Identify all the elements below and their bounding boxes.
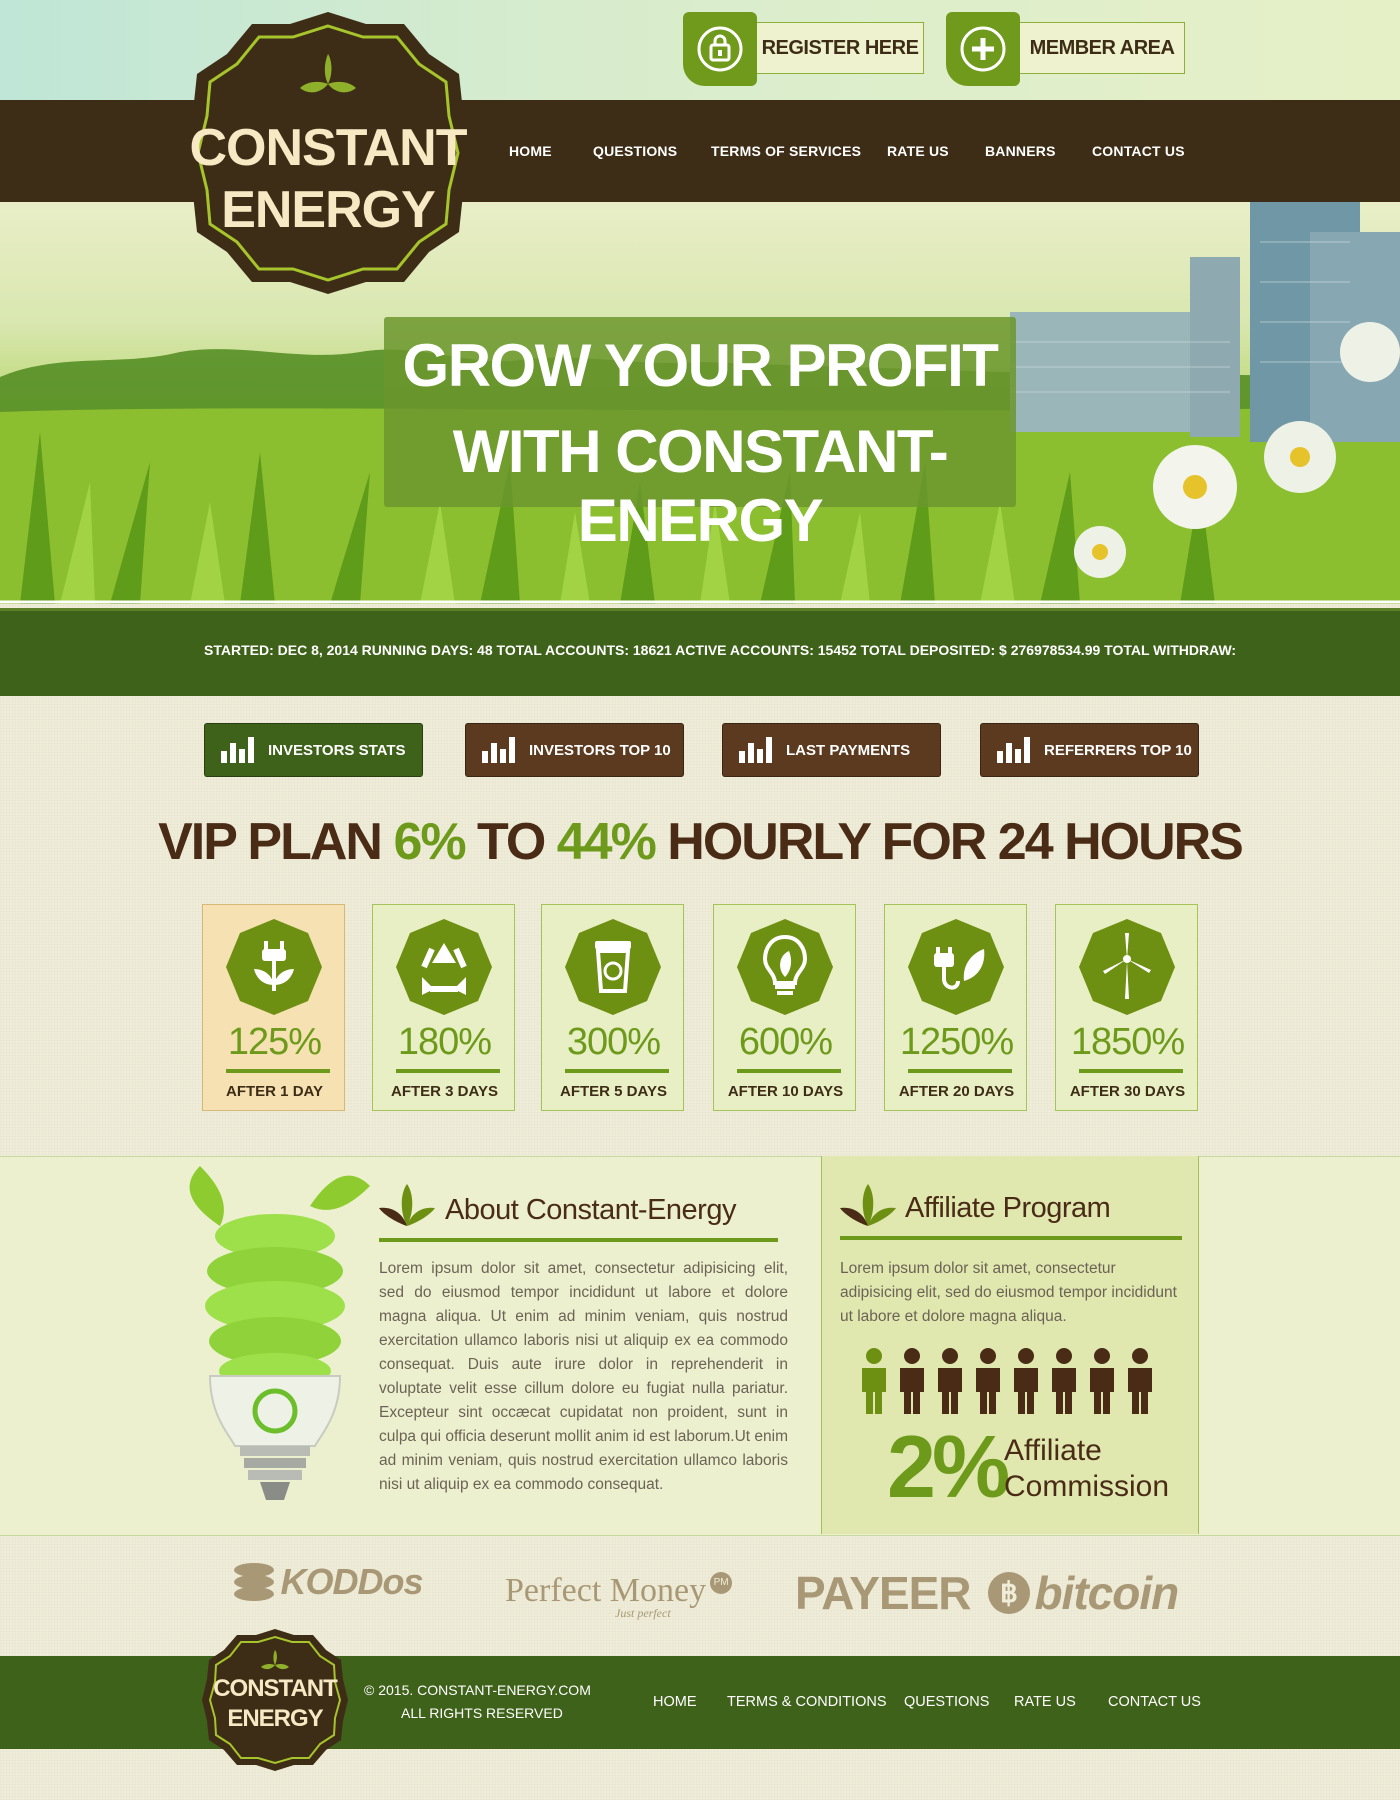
vip-max-rate: 44% [556,813,657,871]
footer-rights: ALL RIGHTS RESERVED [401,1705,563,1721]
vip-text-2: TO [464,813,557,871]
bar-chart-icon [739,737,772,763]
tab-investors-stats[interactable]: INVESTORS STATS [204,723,423,777]
plan-card-3[interactable]: 300% AFTER 5 DAYS [541,904,684,1111]
about-text: Lorem ipsum dolor sit amet, consectetur … [379,1260,788,1493]
footer-copyright: © 2015. CONSTANT-ENERGY.COM [364,1682,591,1698]
logo-text-line-2: ENERGY [221,181,436,239]
tab-last-payments[interactable]: LAST PAYMENTS [722,723,941,777]
plan-underline [1079,1069,1183,1073]
plan-card-4[interactable]: 600% AFTER 10 DAYS [713,904,856,1111]
recycle-icon [396,919,492,1015]
affiliate-label-2: Commission [1004,1470,1170,1503]
plug-plant-icon [226,919,322,1015]
payeer-logo: PAYEER [795,1567,972,1619]
nav-contact-us[interactable]: CONTACT US [1092,143,1185,159]
hero-headline-box: GROW YOUR PROFIT WITH CONSTANT-ENERGY [384,317,1016,554]
plan-card-5[interactable]: 1250% AFTER 20 DAYS [884,904,1027,1111]
nav-home[interactable]: HOME [509,143,552,159]
about-title-rule [379,1238,778,1242]
footer-logo[interactable]: CONSTANT ENERGY [202,1627,348,1773]
site-logo[interactable]: CONSTANT ENERGY [183,8,473,298]
nav-banners[interactable]: BANNERS [985,143,1056,159]
hero-line-2: WITH CONSTANT-ENERGY [452,418,949,554]
leaf-icon [840,1184,896,1226]
plan-term: AFTER 1 DAY [226,1083,323,1100]
people-icons [862,1348,1152,1414]
plan-percentage: 125% [227,1021,322,1063]
bitcoin-icon: ฿ [988,1572,1030,1614]
plan-percentage: 1250% [899,1021,1014,1063]
plan-underline [226,1069,330,1073]
plan-percentage: 300% [566,1021,661,1063]
affiliate-percentage: 2% [887,1417,1010,1516]
register-label: REGISTER HERE [757,22,924,74]
plan-card-6[interactable]: 1850% AFTER 30 DAYS [1055,904,1198,1111]
vip-text-1: VIP PLAN [158,813,394,871]
tab-investors-top-10[interactable]: INVESTORS TOP 10 [465,723,684,777]
footer-link-terms[interactable]: TERMS & CONDITIONS [727,1694,887,1710]
tab-label: INVESTORS STATS [268,741,406,759]
nav-questions[interactable]: QUESTIONS [593,143,677,159]
plan-underline [396,1069,500,1073]
affiliate-label-1: Affiliate [1004,1434,1102,1467]
register-icon [683,12,757,86]
plan-term: AFTER 10 DAYS [727,1083,844,1100]
pm-badge-icon: PM [710,1572,733,1594]
about-title: About Constant-Energy [445,1194,736,1226]
member-area-label: MEMBER AREA [1020,22,1185,74]
footer-logo-line-1: CONSTANT [213,1675,338,1702]
recycle-bin-icon [565,919,661,1015]
bar-chart-icon [997,737,1030,763]
koddos-mark-icon [234,1563,274,1601]
plus-icon [946,12,1020,86]
affiliate-title: Affiliate Program [905,1192,1111,1224]
footer-logo-line-2: ENERGY [227,1705,323,1732]
vip-min-rate: 6% [393,813,466,871]
plan-term: AFTER 20 DAYS [898,1083,1015,1100]
plan-card-2[interactable]: 180% AFTER 3 DAYS [372,904,515,1111]
eco-bulb-illustration [189,1166,370,1500]
eco-plug-icon [908,919,1004,1015]
perfect-money-tagline: Just perfect [615,1606,671,1620]
plan-underline [908,1069,1012,1073]
bitcoin-text: bitcoin [1034,1567,1179,1619]
plan-percentage: 600% [738,1021,833,1063]
logo-text-line-1: CONSTANT [189,119,467,177]
nav-terms[interactable]: TERMS OF SERVICES [711,143,861,159]
plan-percentage: 1850% [1070,1021,1185,1063]
plan-term: AFTER 5 DAYS [560,1083,667,1100]
leaf-icon [379,1184,435,1226]
plan-percentage: 180% [397,1021,492,1063]
vip-text-3: HOURLY FOR 24 HOURS [654,813,1244,871]
koddos-text: KODDos [280,1561,423,1602]
plan-underline [565,1069,669,1073]
perfect-money-text: Perfect Money [505,1572,707,1609]
leaf-bulb-icon [737,919,833,1015]
site-stats-text: STARTED: DEC 8, 2014 RUNNING DAYS: 48 TO… [204,642,1237,658]
koddos-logo: KODDos [232,1560,423,1604]
bitcoin-logo: ฿ bitcoin [988,1566,1179,1620]
tab-label: REFERRERS TOP 10 [1044,741,1192,759]
tab-label: INVESTORS TOP 10 [529,741,671,759]
affiliate-title-rule [840,1236,1182,1240]
plan-term: AFTER 30 DAYS [1069,1083,1186,1100]
nav-rate-us[interactable]: RATE US [887,143,949,159]
affiliate-text: Lorem ipsum dolor sit amet, consectetur … [840,1260,1177,1325]
footer-link-questions[interactable]: QUESTIONS [904,1694,989,1710]
vip-plan-title: VIP PLAN 6% TO 44% HOURLY FOR 24 HOURS [0,812,1400,872]
plan-underline [737,1069,841,1073]
plan-card-1[interactable]: 125% AFTER 1 DAY [202,904,345,1111]
wind-turbine-icon [1079,919,1175,1015]
footer-link-home[interactable]: HOME [653,1694,697,1710]
footer-link-rate-us[interactable]: RATE US [1014,1694,1076,1710]
bar-chart-icon [482,737,515,763]
tab-label: LAST PAYMENTS [786,741,911,759]
bar-chart-icon [221,737,254,763]
plan-term: AFTER 3 DAYS [391,1083,498,1100]
tab-referrers-top-10[interactable]: REFERRERS TOP 10 [980,723,1199,777]
footer-link-contact-us[interactable]: CONTACT US [1108,1694,1201,1710]
hero-line-1: GROW YOUR PROFIT [402,332,999,399]
perfect-money-logo: Perfect Money PM Just perfect [505,1572,733,1620]
